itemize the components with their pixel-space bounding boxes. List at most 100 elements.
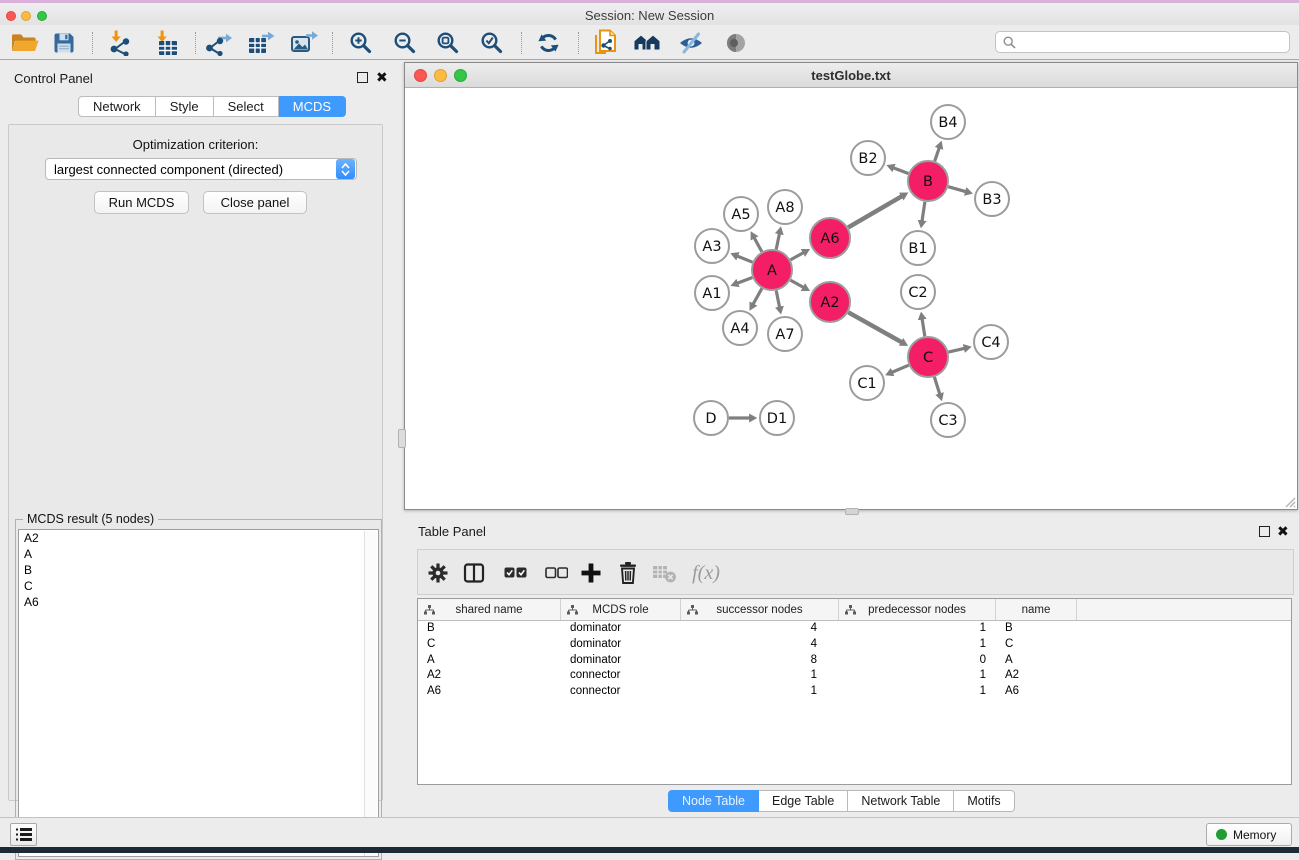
graph-edge-A-A5[interactable] <box>754 238 762 252</box>
function-builder-icon[interactable]: f(x) <box>686 559 726 587</box>
toolbar-separator <box>92 32 93 54</box>
graph-node-label: A7 <box>775 327 794 343</box>
add-column-plus-icon[interactable] <box>577 559 605 587</box>
import-table-icon[interactable] <box>151 30 181 56</box>
zoom-selected-icon[interactable] <box>477 30 507 56</box>
table-row[interactable]: Cdominator41C <box>418 637 1291 653</box>
graph-edge-A6-B[interactable] <box>848 196 902 227</box>
zoom-out-icon[interactable] <box>390 30 420 56</box>
delete-columns-trash-icon[interactable] <box>614 559 642 587</box>
graph-edge-A-A2[interactable] <box>790 280 803 287</box>
graph-node-label: A6 <box>820 231 839 247</box>
table-cell: 1 <box>839 621 996 637</box>
float-panel-icon[interactable] <box>357 72 368 83</box>
tab-mcds[interactable]: MCDS <box>279 96 346 117</box>
tab-network-table[interactable]: Network Table <box>848 790 954 812</box>
column-header-predecessor-nodes[interactable]: predecessor nodes <box>839 599 996 620</box>
graph-node-label: D1 <box>767 411 787 427</box>
tab-node-table[interactable]: Node Table <box>668 790 759 812</box>
import-network-icon[interactable] <box>105 30 135 56</box>
table-row[interactable]: A6connector11A6 <box>418 684 1291 700</box>
tab-style[interactable]: Style <box>156 96 214 117</box>
close-panel-icon[interactable]: ✖ <box>376 72 388 83</box>
graph-edge-A-A8[interactable] <box>776 233 779 249</box>
export-image-icon[interactable] <box>289 30 319 56</box>
zoom-fit-icon[interactable] <box>433 30 463 56</box>
select-all-columns-icon[interactable] <box>501 559 529 587</box>
tab-edge-table[interactable]: Edge Table <box>759 790 848 812</box>
graph-edge-A-A3[interactable] <box>737 256 752 262</box>
table-cell: C <box>996 637 1077 653</box>
graph-edge-C-C2[interactable] <box>922 319 925 337</box>
criterion-dropdown[interactable]: largest connected component (directed) <box>45 158 357 180</box>
tab-motifs[interactable]: Motifs <box>954 790 1014 812</box>
tab-network[interactable]: Network <box>78 96 156 117</box>
main-toolbar <box>0 25 1299 60</box>
mcds-result-list[interactable]: A2ABCA6 <box>18 529 379 857</box>
graph-edge-C-C1[interactable] <box>892 365 909 372</box>
apply-layout-icon[interactable] <box>533 30 563 56</box>
graph-edge-A-A6[interactable] <box>790 253 803 260</box>
table-row[interactable]: Adominator80A <box>418 653 1291 669</box>
show-all-eye-icon[interactable] <box>721 30 751 56</box>
table-row[interactable]: Bdominator41B <box>418 621 1291 637</box>
task-history-button[interactable] <box>10 823 37 846</box>
table-cell: 1 <box>839 684 996 700</box>
search-box[interactable] <box>995 31 1290 53</box>
memory-status-dot <box>1216 829 1227 840</box>
mcds-result-item[interactable]: B <box>19 562 378 578</box>
mcds-result-item[interactable]: A2 <box>19 530 378 546</box>
graph-edge-A-A7[interactable] <box>776 291 779 308</box>
deselect-all-columns-icon[interactable] <box>542 559 570 587</box>
mcds-result-item[interactable]: A6 <box>19 594 378 610</box>
hide-selected-eye-icon[interactable] <box>676 30 706 56</box>
graph-edge-A-A1[interactable] <box>737 278 752 284</box>
table-cell: dominator <box>561 637 681 653</box>
network-canvas[interactable]: B4B2BB3A5A8A6A3AB1A1C2A2A4A7C4CC1C3DD1 <box>405 88 1297 509</box>
graph-node-label: A3 <box>702 239 721 255</box>
graph-edge-B-B2[interactable] <box>893 168 908 174</box>
first-neighbors-icon[interactable] <box>633 30 663 56</box>
export-table-icon[interactable] <box>246 30 276 56</box>
list-scrollbar-track[interactable] <box>364 531 377 857</box>
run-mcds-button[interactable]: Run MCDS <box>94 191 189 214</box>
graph-edge-B-B4[interactable] <box>935 148 940 162</box>
column-header-MCDS-role[interactable]: MCDS role <box>561 599 681 620</box>
export-network-icon[interactable] <box>203 30 233 56</box>
column-header-successor-nodes[interactable]: successor nodes <box>681 599 839 620</box>
graph-edge-A-A4[interactable] <box>753 288 762 304</box>
delete-table-icon[interactable] <box>650 559 678 587</box>
graph-edge-B-B1[interactable] <box>922 202 925 222</box>
column-header-shared-name[interactable]: shared name <box>418 599 561 620</box>
split-panel-icon[interactable] <box>460 559 488 587</box>
mcds-result-item[interactable]: C <box>19 578 378 594</box>
new-network-from-selection-icon[interactable] <box>590 30 620 56</box>
save-session-icon[interactable] <box>49 30 79 56</box>
table-cell: 0 <box>839 653 996 669</box>
panel-divider-grip-horizontal[interactable] <box>845 508 859 515</box>
tab-select[interactable]: Select <box>214 96 279 117</box>
memory-button[interactable]: Memory <box>1206 823 1292 846</box>
graph-edge-A2-C[interactable] <box>848 312 902 342</box>
window-resize-grip[interactable] <box>1284 496 1296 508</box>
table-settings-gear-icon[interactable] <box>424 559 452 587</box>
graph-edge-C-C4[interactable] <box>948 348 964 352</box>
search-input[interactable] <box>1021 33 1289 51</box>
close-table-panel-icon[interactable]: ✖ <box>1277 526 1289 537</box>
table-row[interactable]: A2connector11A2 <box>418 668 1291 684</box>
graph-edge-C-C3[interactable] <box>934 377 939 394</box>
mcds-tab-content: Optimization criterion: largest connecte… <box>8 124 383 801</box>
search-icon <box>1003 36 1016 49</box>
zoom-in-icon[interactable] <box>346 30 376 56</box>
open-session-icon[interactable] <box>10 30 40 56</box>
column-header-label: predecessor nodes <box>868 604 966 616</box>
mcds-result-item[interactable]: A <box>19 546 378 562</box>
table-panel-title: Table Panel <box>418 524 486 539</box>
graph-edge-B-B3[interactable] <box>948 187 966 192</box>
close-panel-button[interactable]: Close panel <box>203 191 307 214</box>
panel-divider-grip-vertical[interactable] <box>398 429 406 448</box>
column-header-label: MCDS role <box>592 604 648 616</box>
graph-node-label: A8 <box>775 200 794 216</box>
float-table-panel-icon[interactable] <box>1259 526 1270 537</box>
column-header-name[interactable]: name <box>996 599 1077 620</box>
